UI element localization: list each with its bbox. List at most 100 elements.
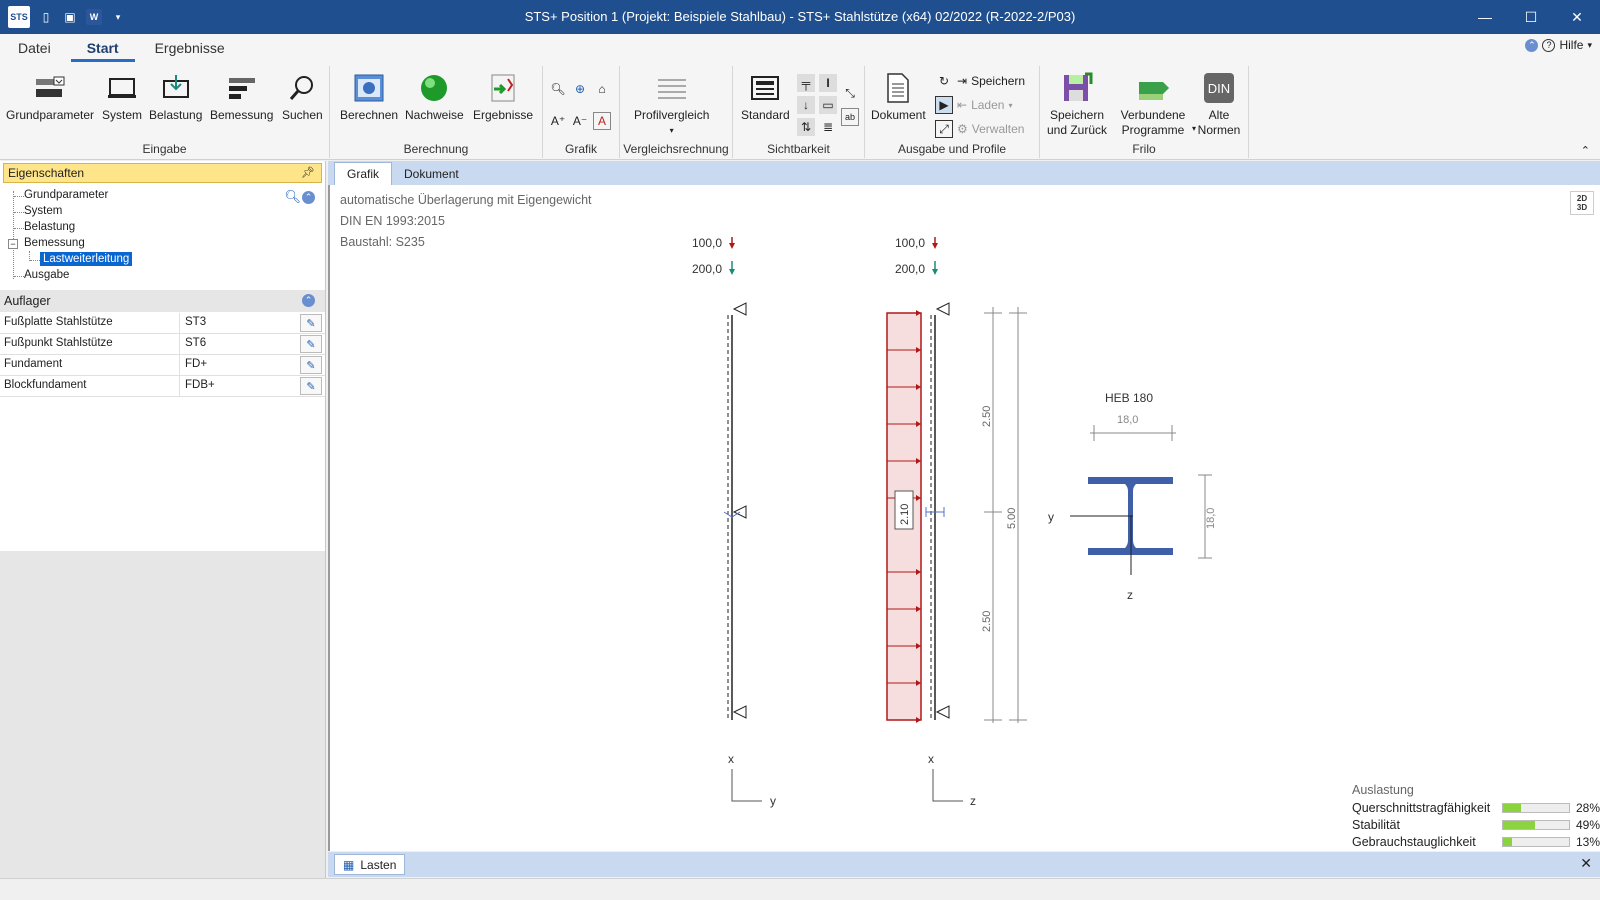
help-menu[interactable]: Hilfe xyxy=(1559,38,1583,52)
berechnen-button[interactable]: Berechnen xyxy=(340,72,398,123)
belastung-button[interactable]: Belastung xyxy=(149,72,202,123)
profilvergleich-chevron-icon: ▾ xyxy=(669,126,674,135)
tree-item-ausgabe[interactable]: Ausgabe xyxy=(24,269,69,281)
toggle-line-icon[interactable]: ▭ xyxy=(819,96,837,114)
bemessung-icon xyxy=(226,72,258,104)
refresh-icon[interactable]: ↻ xyxy=(935,72,953,90)
axis-label-right-z: z xyxy=(970,794,976,808)
table-row: Fußplatte Stahlstütze ST3 ✎ xyxy=(0,313,325,334)
laden-profile-icon: ⇤ xyxy=(957,98,968,112)
tree-item-belastung[interactable]: Belastung xyxy=(24,221,75,233)
font-larger-icon[interactable]: A⁺ xyxy=(549,112,567,130)
zoom-in-icon[interactable]: ⊕ xyxy=(571,80,589,98)
toggle-ibeam-icon[interactable]: I xyxy=(819,74,837,92)
export-icon[interactable]: ▶ xyxy=(935,96,953,114)
home-view-icon[interactable]: ⌂ xyxy=(593,80,611,98)
utilization-label: Stabilität xyxy=(1352,817,1400,832)
ergebnisse-button[interactable]: Ergebnisse xyxy=(473,72,533,123)
column-xy-view: 100,0 200,0 x y xyxy=(692,236,776,808)
prop-value[interactable]: ST6 xyxy=(180,334,297,354)
help-chevron-icon[interactable]: ▾ xyxy=(1587,40,1592,51)
status-bar xyxy=(0,878,1600,900)
dimension-lower: 2.50 xyxy=(981,611,993,632)
auflager-title: Auflager xyxy=(4,294,51,308)
tab-start[interactable]: Start xyxy=(69,40,137,62)
edit-icon[interactable]: ✎ xyxy=(300,377,322,395)
edit-icon[interactable]: ✎ xyxy=(300,356,322,374)
distributed-load-value: 2.10 xyxy=(899,504,911,525)
table-row: Blockfundament FDB+ ✎ xyxy=(0,376,325,397)
app-logo-icon[interactable]: STS xyxy=(8,6,30,28)
word-export-icon[interactable]: W xyxy=(86,9,102,25)
standard-view-button[interactable]: Standard xyxy=(741,72,790,123)
dokument-button[interactable]: Dokument xyxy=(871,72,926,123)
tree-item-system[interactable]: System xyxy=(24,205,62,217)
tree-item-grundparameter[interactable]: Grundparameter xyxy=(24,189,108,201)
toggle-label-icon[interactable]: ab xyxy=(841,108,859,126)
tree-expand-icon[interactable]: − xyxy=(8,239,18,249)
font-color-icon[interactable]: A xyxy=(593,112,611,130)
zoom-icon[interactable]: 🔍︎ xyxy=(549,80,567,98)
prop-name: Fundament xyxy=(0,355,180,375)
prop-name: Fußpunkt Stahlstütze xyxy=(0,334,180,354)
toggle-dimension-icon[interactable]: ⤡ xyxy=(841,84,859,102)
profile-axis-y: y xyxy=(1048,510,1054,524)
maximize-button[interactable]: ☐ xyxy=(1508,0,1554,34)
tab-datei[interactable]: Datei xyxy=(0,40,69,62)
quick-access-dropdown-icon[interactable]: ▾ xyxy=(110,9,126,25)
auflager-collapse-icon[interactable]: ⌃ xyxy=(302,294,315,307)
save-icon[interactable]: ▣ xyxy=(62,9,78,25)
pin-icon[interactable]: 📌︎ xyxy=(301,166,315,179)
profile-height: 18,0 xyxy=(1205,508,1217,529)
close-button[interactable]: ✕ xyxy=(1554,0,1600,34)
nachweise-button[interactable]: Nachweise xyxy=(405,72,464,123)
utilization-bar xyxy=(1502,802,1570,813)
toggle-support-icon[interactable]: ⇅ xyxy=(797,118,815,136)
font-smaller-icon[interactable]: A⁻ xyxy=(571,112,589,130)
new-file-icon[interactable]: ▯ xyxy=(38,9,54,25)
tree-item-lastweiterleitung[interactable]: Lastweiterleitung xyxy=(40,252,133,266)
prop-value[interactable]: FDB+ xyxy=(180,376,297,396)
alte-normen-button[interactable]: DIN Alte Normen xyxy=(1198,72,1240,138)
laden-profile-button[interactable]: ⇤ Laden ▾ xyxy=(957,98,1012,112)
tab-grafik[interactable]: Grafik xyxy=(334,162,393,185)
verwalten-profile-button[interactable]: ⚙ Verwalten xyxy=(957,122,1024,136)
close-panel-icon[interactable]: ✕ xyxy=(1580,855,1592,872)
edit-icon[interactable]: ✎ xyxy=(300,335,322,353)
din-icon: DIN xyxy=(1203,72,1235,104)
table-row: Fundament FD+ ✎ xyxy=(0,355,325,376)
properties-panel: Eigenschaften 📌︎ Grundparameter System B… xyxy=(0,161,326,900)
ribbon-collapse-icon[interactable]: ⌃ xyxy=(1581,144,1590,157)
profilvergleich-button[interactable]: Profilvergleich ▾ xyxy=(634,72,709,138)
load-label-right-1: 100,0 xyxy=(895,236,925,250)
bemessung-button[interactable]: Bemessung xyxy=(210,72,273,123)
load-label-right-2: 200,0 xyxy=(895,262,925,276)
speichern-zurueck-button[interactable]: Speichern und Zurück xyxy=(1046,72,1108,138)
expand-icon[interactable]: ⤢ xyxy=(935,120,953,138)
group-sichtbarkeit: Standard ╤ I ⤡ ↓ ▭ ab ⇅ ≣ Sichtbarkeit xyxy=(733,66,865,158)
toggle-load-icon[interactable]: ↓ xyxy=(797,96,815,114)
prop-value[interactable]: FD+ xyxy=(180,355,297,375)
tab-lasten[interactable]: ▦ Lasten xyxy=(334,854,406,875)
tab-dokument[interactable]: Dokument xyxy=(392,163,471,185)
help-icon[interactable]: ? xyxy=(1542,38,1556,52)
prop-value[interactable]: ST3 xyxy=(180,313,297,333)
minimize-button[interactable]: — xyxy=(1462,0,1508,34)
tree-collapse-icon[interactable]: ⌃ xyxy=(302,191,315,204)
collapse-ribbon-icon[interactable]: ⌃ xyxy=(1525,38,1539,52)
tree-item-bemessung[interactable]: Bemessung xyxy=(24,237,85,249)
edit-icon[interactable]: ✎ xyxy=(300,314,322,332)
system-button[interactable]: System xyxy=(102,72,142,123)
graphics-canvas[interactable]: automatische Überlagerung mit Eigengewic… xyxy=(328,185,1600,851)
suchen-button[interactable]: Suchen xyxy=(282,72,323,123)
speichern-profile-button[interactable]: ⇥ Speichern xyxy=(957,74,1025,88)
toggle-results-icon[interactable]: ≣ xyxy=(819,118,837,136)
utilization-bar xyxy=(1502,836,1570,847)
tree-search-icon[interactable]: 🔍︎ xyxy=(284,189,301,205)
tab-ergebnisse[interactable]: Ergebnisse xyxy=(137,40,243,62)
toggle-beam-icon[interactable]: ╤ xyxy=(797,74,815,92)
grundparameter-button[interactable]: Grundparameter xyxy=(6,72,94,123)
view-2d-3d-toggle[interactable]: 2D 3D xyxy=(1570,191,1594,215)
verbundene-programme-button[interactable]: Verbundene Programme ▾ xyxy=(1114,72,1196,138)
auflager-table: Fußplatte Stahlstütze ST3 ✎ Fußpunkt Sta… xyxy=(0,313,325,397)
